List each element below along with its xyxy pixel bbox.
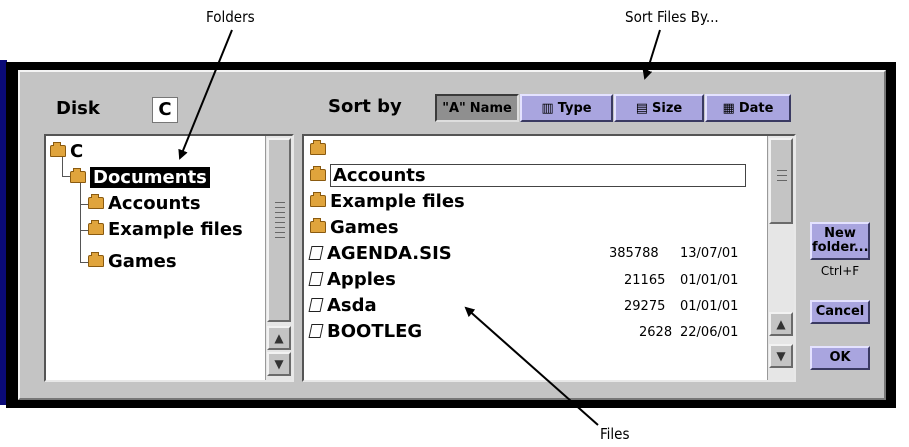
callout-folders: Folders [206, 8, 255, 26]
tree-item-label: Accounts [108, 192, 201, 214]
list-item-name: AGENDA.SIS [327, 242, 452, 264]
file-size: 385788 [609, 246, 659, 261]
list-item-file[interactable]: Apples [308, 266, 396, 292]
document-icon [308, 324, 324, 338]
sort-by-label: Sort by [328, 96, 402, 117]
list-item-folder[interactable]: Games [310, 214, 399, 240]
new-folder-button[interactable]: New folder... [810, 222, 870, 260]
sort-type-button[interactable]: ▥ Type [520, 94, 613, 122]
tree-item-label: Example files [108, 218, 243, 240]
file-list-scrollbar[interactable]: ▲ ▼ [767, 136, 794, 380]
tree-item-documents[interactable]: Documents [70, 164, 210, 190]
folder-icon [70, 168, 86, 183]
scroll-up-button[interactable]: ▲ [769, 312, 793, 336]
cancel-button[interactable]: Cancel [810, 300, 870, 324]
size-sort-icon: ▤ [635, 100, 649, 116]
list-item-name: BOOTLEG [327, 320, 423, 342]
sort-name-label: Name [469, 100, 512, 116]
file-date: 13/07/01 [680, 246, 739, 261]
folder-icon [88, 252, 104, 267]
sort-name-button[interactable]: "A" Name [435, 94, 519, 122]
sort-type-label: Type [557, 100, 592, 116]
folder-icon [88, 194, 104, 209]
list-item-name: Apples [327, 268, 396, 290]
tree-item-example-files[interactable]: Example files [88, 216, 243, 242]
tree-item-label: Documents [90, 166, 210, 188]
folder-icon [310, 192, 326, 207]
tree-item-c[interactable]: C [50, 138, 83, 164]
scroll-up-button[interactable]: ▲ [267, 326, 291, 350]
list-item-name: Games [330, 216, 399, 238]
callout-sort-files-by: Sort Files By... [625, 8, 719, 26]
sort-size-label: Size [652, 100, 683, 116]
list-item-name: Asda [327, 294, 377, 316]
folder-icon [88, 220, 104, 235]
file-list-pane: Accounts Example files Games AGENDA.SIS … [302, 134, 796, 382]
list-item-folder[interactable]: Example files [310, 188, 465, 214]
scroll-down-button[interactable]: ▼ [769, 344, 793, 368]
file-size: 2628 [639, 325, 673, 340]
disk-selector[interactable]: C [152, 97, 178, 123]
list-item-file[interactable]: AGENDA.SIS [308, 240, 452, 266]
type-sort-icon: ▥ [541, 100, 554, 116]
parent-folder-icon [310, 140, 326, 155]
document-icon [308, 246, 324, 260]
scroll-down-button[interactable]: ▼ [267, 352, 291, 376]
disk-label: Disk [56, 98, 100, 119]
tree-item-games[interactable]: Games [88, 248, 177, 274]
document-icon [308, 298, 324, 312]
list-item-parent[interactable] [310, 136, 330, 162]
name-sort-icon: "A" [442, 100, 466, 116]
ok-button[interactable]: OK [810, 346, 870, 370]
callout-files: Files [600, 425, 630, 443]
list-item-name: Example files [330, 190, 465, 212]
list-item-file[interactable]: BOOTLEG [308, 318, 423, 344]
folder-tree-scrollbar[interactable]: ▲ ▼ [265, 136, 292, 380]
sort-date-button[interactable]: ▦ Date [705, 94, 791, 122]
sort-date-label: Date [738, 100, 774, 116]
file-size: 21165 [624, 273, 666, 288]
list-item-file[interactable]: Asda [308, 292, 377, 318]
list-item-name: Accounts [330, 163, 746, 187]
file-date: 01/01/01 [680, 299, 739, 314]
folder-icon [310, 218, 326, 233]
scroll-thumb[interactable] [769, 138, 793, 224]
scroll-thumb[interactable] [267, 138, 291, 322]
file-size: 29275 [624, 299, 666, 314]
document-icon [308, 272, 324, 286]
file-dialog: Disk C Sort by "A" Name ▥ Type ▤ Size ▦ … [18, 70, 886, 400]
folder-icon [310, 166, 326, 181]
date-sort-icon: ▦ [722, 100, 735, 116]
folder-icon [50, 142, 66, 157]
tree-item-accounts[interactable]: Accounts [88, 190, 201, 216]
tree-item-label: C [70, 140, 84, 162]
tree-item-label: Games [108, 250, 177, 272]
list-item-folder[interactable]: Accounts [310, 162, 746, 188]
file-date: 22/06/01 [680, 325, 739, 340]
file-date: 01/01/01 [680, 273, 739, 288]
folder-tree-pane: C Documents Accounts Example files Games [44, 134, 294, 382]
new-folder-shortcut: Ctrl+F [820, 264, 860, 278]
sort-size-button[interactable]: ▤ Size [614, 94, 704, 122]
